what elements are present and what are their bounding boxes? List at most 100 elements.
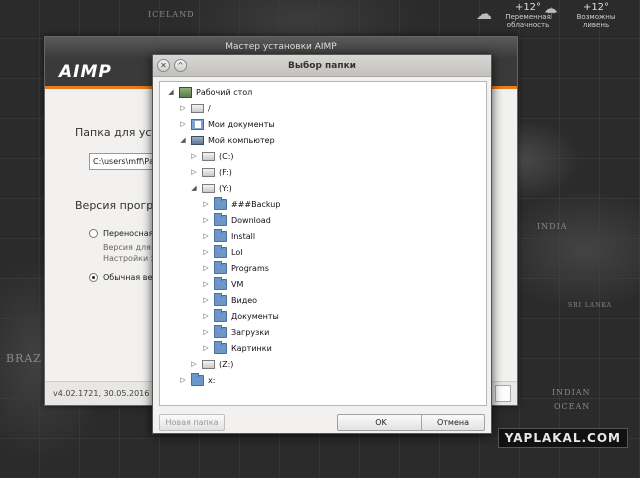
expander-icon[interactable]: ◢ [166, 88, 176, 96]
tree-item-label: (Z:) [219, 359, 234, 369]
tree-item-folder[interactable]: ▷ Загрузки [201, 324, 270, 339]
map-label: OCEAN [554, 402, 591, 411]
expander-icon[interactable]: ▷ [178, 104, 188, 112]
tree-item-label: Мой компьютер [208, 135, 275, 145]
expander-icon[interactable]: ▷ [201, 280, 211, 288]
map-label: INDIA [537, 222, 568, 231]
tree-item-label: Картинки [231, 343, 272, 353]
tree-item-drive-y[interactable]: ◢ (Y:) [189, 181, 232, 195]
map-label: SRI LANKA [568, 302, 613, 309]
tree-item-folder[interactable]: ▷ Картинки [201, 340, 272, 355]
folder-icon [214, 228, 227, 242]
folder-icon [191, 372, 204, 386]
tree-item-label: Download [231, 215, 271, 225]
expander-icon[interactable]: ▷ [178, 376, 188, 384]
folder-icon [214, 340, 227, 354]
drive-icon [202, 151, 215, 161]
tree-item-my-documents[interactable]: ▷ Мои документы [178, 117, 275, 131]
weather-desc: ливень [582, 21, 610, 29]
ok-button[interactable]: OK [337, 414, 425, 431]
expander-icon[interactable]: ▷ [201, 296, 211, 304]
expander-icon[interactable]: ▷ [189, 168, 199, 176]
cancel-button[interactable]: Отмена [421, 414, 485, 431]
aimp-logo: AIMP [59, 62, 112, 82]
expander-icon[interactable]: ▷ [201, 232, 211, 240]
radio-portable[interactable] [89, 229, 98, 238]
weather-widget: ☂ +12° Возможны ливень [544, 2, 626, 29]
installer-button[interactable] [495, 385, 511, 402]
computer-icon [191, 135, 204, 145]
expander-icon[interactable]: ▷ [189, 360, 199, 368]
tree-item-label: ###Backup [231, 199, 281, 209]
tree-item-my-computer[interactable]: ◢ Мой компьютер [178, 133, 275, 147]
folder-icon [214, 212, 227, 226]
expander-icon[interactable]: ▷ [201, 328, 211, 336]
cloud-icon: ☁ [476, 4, 492, 23]
expander-icon[interactable]: ▷ [201, 200, 211, 208]
map-label: BRAZ [6, 352, 42, 365]
expander-icon[interactable]: ◢ [189, 184, 199, 192]
documents-icon [191, 118, 204, 130]
tree-item-desktop[interactable]: ◢ Рабочий стол [166, 85, 252, 99]
tree-item-label: Lol [231, 247, 243, 257]
map-label: ICELAND [148, 10, 195, 19]
folder-tree[interactable]: ◢ Рабочий стол ▷ / ▷ Мои документы ◢ Мой… [159, 81, 487, 406]
tree-item-folder[interactable]: ▷ Install [201, 228, 256, 243]
expander-icon[interactable]: ▷ [178, 120, 188, 128]
expander-icon[interactable]: ▷ [201, 216, 211, 224]
folder-icon [214, 244, 227, 258]
tree-item-folder[interactable]: ▷ Видео [201, 292, 258, 307]
tree-item-x[interactable]: ▷ x: [178, 372, 215, 387]
radio-normal[interactable] [89, 273, 98, 282]
map-label: INDIAN [552, 388, 591, 397]
tree-item-label: Загрузки [231, 327, 270, 337]
tree-item-label: (C:) [219, 151, 234, 161]
tree-item-drive-z[interactable]: ▷ (Z:) [189, 357, 233, 371]
drive-icon [202, 183, 215, 193]
folder-icon [214, 276, 227, 290]
weather-desc: Возможны [576, 13, 616, 21]
portable-label: Переносная [103, 229, 154, 238]
tree-item-folder[interactable]: ▷ VM [201, 276, 244, 291]
tree-item-label: Документы [231, 311, 279, 321]
close-icon[interactable]: ✕ [157, 59, 170, 72]
version-info: v4.02.1721, 30.05.2016 [53, 389, 150, 398]
folder-icon [214, 324, 227, 338]
drive-icon [202, 359, 215, 369]
weather-temp: +12° [582, 2, 610, 13]
desktop-icon [179, 86, 192, 98]
folder-icon [214, 292, 227, 306]
expander-icon[interactable]: ▷ [201, 344, 211, 352]
expander-icon[interactable]: ▷ [201, 312, 211, 320]
tree-item-drive-c[interactable]: ▷ (C:) [189, 149, 234, 163]
watermark: YAPLAKAL.COM [497, 428, 628, 448]
chevron-up-icon[interactable]: ^ [174, 59, 187, 72]
tree-item-label: Видео [231, 295, 258, 305]
folder-icon [214, 196, 227, 210]
tree-item-label: (F:) [219, 167, 232, 177]
tree-item-root[interactable]: ▷ / [178, 101, 211, 115]
normal-option[interactable]: Обычная вер [89, 273, 157, 282]
tree-item-folder[interactable]: ▷ Lol [201, 244, 243, 259]
tree-item-folder[interactable]: ▷ Документы [201, 308, 279, 323]
tree-item-folder[interactable]: ▷ Download [201, 212, 271, 227]
tree-item-label: Мои документы [208, 119, 275, 129]
tree-item-label: VM [231, 279, 244, 289]
expander-icon[interactable]: ▷ [201, 264, 211, 272]
expander-icon[interactable]: ◢ [178, 136, 188, 144]
expander-icon[interactable]: ▷ [201, 248, 211, 256]
new-folder-button[interactable]: Новая папка [159, 414, 225, 431]
tree-item-drive-f[interactable]: ▷ (F:) [189, 165, 232, 179]
folder-icon [214, 260, 227, 274]
portable-option[interactable]: Переносная [89, 229, 153, 238]
portable-desc: Версия для у [103, 243, 159, 252]
drive-icon [191, 103, 204, 113]
tree-item-label: Рабочий стол [196, 87, 253, 97]
tree-item-folder[interactable]: ▷ Programs [201, 260, 269, 275]
tree-item-folder[interactable]: ▷ ###Backup [201, 196, 281, 211]
drive-icon [202, 167, 215, 177]
folder-icon [214, 308, 227, 322]
tree-item-label: Install [231, 231, 256, 241]
normal-label: Обычная вер [103, 273, 158, 282]
expander-icon[interactable]: ▷ [189, 152, 199, 160]
